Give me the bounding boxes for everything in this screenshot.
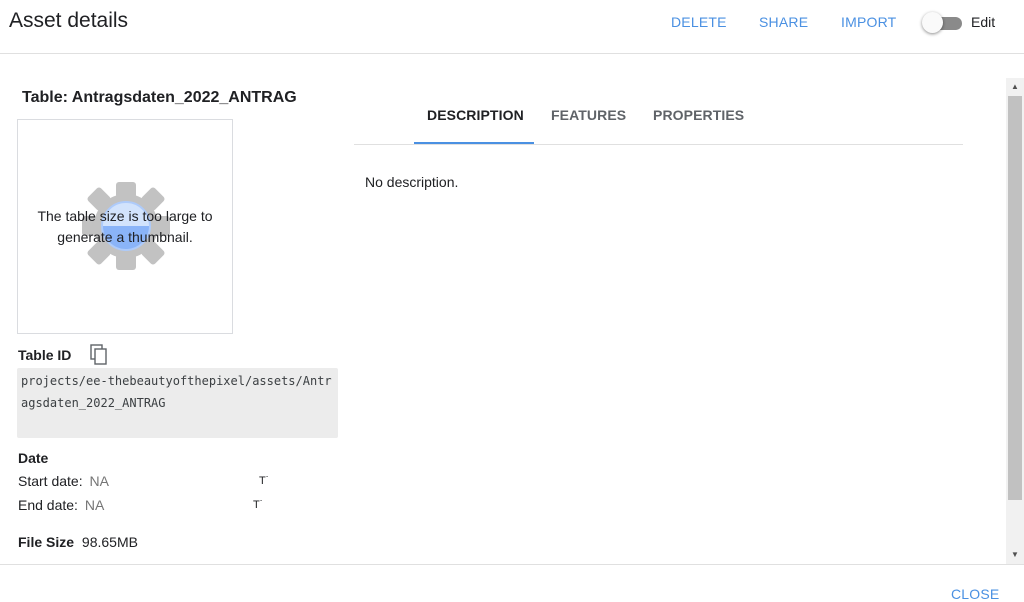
dialog-footer: CLOSE [0,564,1024,602]
tab-features[interactable]: FEATURES [551,107,626,123]
date-label: Date [18,450,49,466]
file-size-row: File Size 98.65MB [18,534,138,550]
start-date-value: NA [89,473,109,489]
copy-icon[interactable] [89,344,109,366]
close-button[interactable]: CLOSE [951,586,999,602]
toggle-thumb [922,12,943,33]
scroll-up-arrow-icon[interactable]: ▲ [1006,78,1024,96]
import-button[interactable]: IMPORT [841,14,896,30]
scrollbar-thumb[interactable] [1008,96,1022,500]
end-date-caret: T˙ [253,499,264,511]
delete-button[interactable]: DELETE [671,14,727,30]
dialog-title: Asset details [9,9,129,32]
edit-toggle-label: Edit [971,14,996,30]
asset-tabs: DESCRIPTION FEATURES PROPERTIES [354,96,963,145]
active-tab-indicator [414,142,534,144]
thumbnail-message: The table size is too large to generate … [37,208,213,245]
end-date-value: NA [84,497,105,513]
description-text: No description. [365,174,459,190]
share-button[interactable]: SHARE [759,14,808,30]
asset-details-dialog: Asset details DELETE SHARE IMPORT Edit T… [0,0,1024,602]
start-date-row: Start date: NA [18,473,109,489]
end-date-label: End date: [18,497,78,513]
tab-properties[interactable]: PROPERTIES [653,107,744,123]
table-id-label: Table ID [18,347,72,363]
start-date-label: Start date: [18,473,83,489]
edit-toggle[interactable] [922,12,964,34]
content-scrollbar[interactable]: ▲ ▼ [1006,78,1024,564]
asset-title: Table: Antragsdaten_2022_ANTRAG [22,89,297,106]
scroll-down-arrow-icon[interactable]: ▼ [1006,546,1024,564]
file-size-value: 98.65MB [81,534,138,550]
dialog-content: Table: Antragsdaten_2022_ANTRAG The tabl… [0,78,1006,564]
dialog-header: Asset details DELETE SHARE IMPORT Edit [0,0,1024,54]
file-size-label: File Size [18,534,75,550]
tab-description[interactable]: DESCRIPTION [427,107,524,123]
end-date-row: End date: NA [18,497,104,513]
start-date-caret: T˙ [259,475,270,487]
table-id-value: projects/ee-thebeautyofthepixel/assets/A… [17,368,338,438]
thumbnail-box: The table size is too large to generate … [17,119,233,334]
